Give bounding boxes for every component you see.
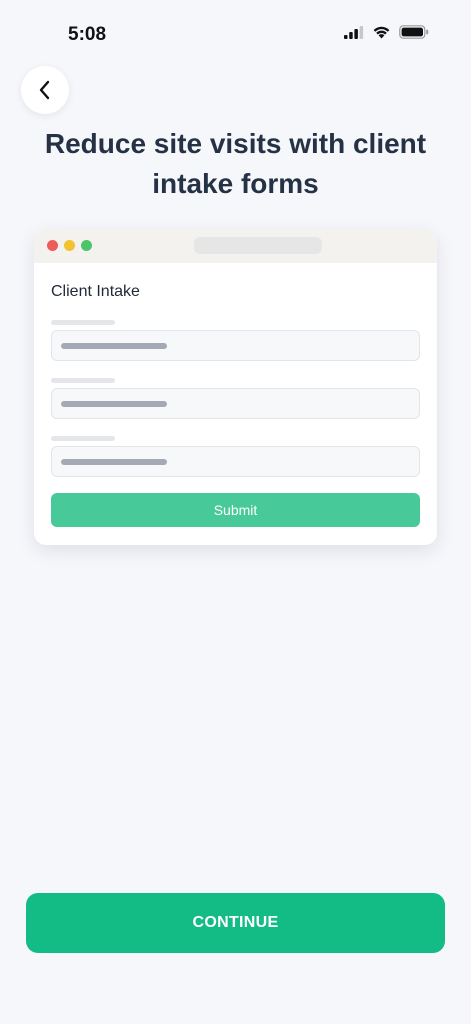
back-button[interactable] (21, 66, 69, 114)
form-field (51, 388, 420, 419)
signal-icon (344, 25, 364, 39)
field-value-placeholder (61, 343, 167, 349)
field-label-placeholder (51, 320, 115, 325)
form-field (51, 330, 420, 361)
field-value-placeholder (61, 401, 167, 407)
window-close-dot (47, 240, 58, 251)
preview-submit-button: Submit (51, 493, 420, 527)
continue-button[interactable]: CONTINUE (26, 893, 445, 953)
address-bar-placeholder (194, 237, 322, 254)
field-label-placeholder (51, 378, 115, 383)
form-field (51, 446, 420, 477)
wifi-icon (373, 26, 390, 39)
window-minimize-dot (64, 240, 75, 251)
form-preview-window: Client Intake Submit (34, 229, 437, 545)
field-value-placeholder (61, 459, 167, 465)
page-title: Reduce site visits with client intake fo… (44, 128, 427, 199)
status-icons (344, 25, 429, 39)
status-bar: 5:08 (0, 0, 471, 70)
window-maximize-dot (81, 240, 92, 251)
chevron-left-icon (39, 80, 50, 100)
field-label-placeholder (51, 436, 115, 441)
battery-icon (399, 25, 429, 39)
window-title-bar (34, 229, 437, 263)
form-title: Client Intake (51, 283, 140, 300)
status-time: 5:08 (68, 24, 107, 45)
